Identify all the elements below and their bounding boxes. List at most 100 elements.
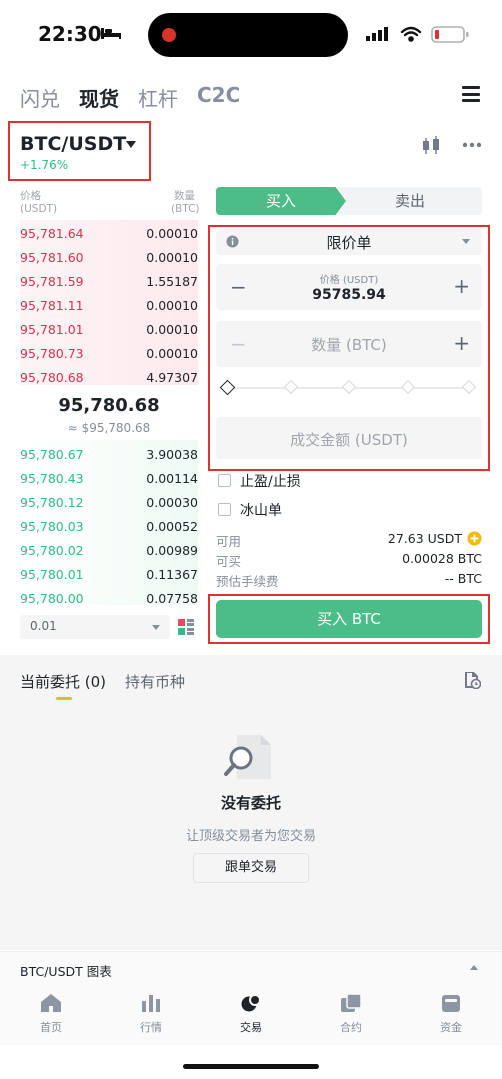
empty-orders-title: 没有委托: [220, 794, 281, 812]
ask-row[interactable]: 95,781.59 1.55187: [20, 270, 198, 294]
precision-select[interactable]: 0.01: [20, 615, 170, 639]
ask-qty: 0.00010: [146, 346, 198, 361]
bid-row[interactable]: 95,780.12 0.00030: [20, 491, 198, 515]
precision-value: 0.01: [30, 619, 57, 633]
nav-home[interactable]: 首页: [11, 993, 91, 1035]
chart-bar[interactable]: BTC/USDT 图表: [0, 951, 502, 985]
nav-market[interactable]: 行情: [111, 993, 191, 1035]
quantity-input[interactable]: − 数量 (BTC) +: [216, 321, 482, 367]
buy-tab[interactable]: 买入: [216, 187, 346, 215]
nav-futures[interactable]: 合约: [311, 993, 391, 1035]
ask-qty: 0.00010: [146, 250, 198, 265]
battery-icon: [431, 26, 469, 43]
nav-trade-label: 交易: [240, 1021, 262, 1034]
sell-tab[interactable]: 卖出: [338, 187, 482, 215]
tab-open-orders[interactable]: 当前委托 (0): [20, 671, 106, 692]
candlestick-icon[interactable]: [420, 136, 442, 156]
chart-bar-label: BTC/USDT 图表: [20, 964, 112, 979]
bid-row[interactable]: 95,780.02 0.00989: [20, 539, 198, 563]
qty-unit: (BTC): [171, 203, 200, 215]
iceberg-label[interactable]: 冰山单: [240, 500, 282, 520]
nav-market-label: 行情: [140, 1021, 162, 1034]
ask-qty: 0.00010: [146, 322, 198, 337]
last-price[interactable]: 95,780.68: [20, 395, 198, 416]
bid-price: 95,780.43: [20, 471, 84, 486]
can-buy-label: 可买: [216, 554, 242, 569]
bid-price: 95,780.00: [20, 591, 84, 606]
ask-row[interactable]: 95,781.11 0.00010: [20, 294, 198, 318]
ask-price: 95,780.73: [20, 346, 84, 361]
last-price-fiat: ≈ $95,780.68: [67, 421, 151, 435]
tab-margin[interactable]: 杠杆: [138, 83, 178, 112]
iceberg-checkbox[interactable]: [218, 503, 231, 516]
tab-flash-swap[interactable]: 闪兑: [20, 83, 60, 112]
plus-icon[interactable]: +: [453, 274, 470, 298]
bid-row[interactable]: 95,780.03 0.00052: [20, 515, 198, 539]
nav-home-label: 首页: [40, 1021, 62, 1034]
bid-qty: 0.00989: [146, 543, 198, 558]
nav-trade[interactable]: 交易: [211, 993, 291, 1035]
fee-value: -- BTC: [444, 571, 482, 586]
status-icons: [366, 26, 469, 43]
tp-sl-checkbox[interactable]: [218, 474, 231, 487]
empty-orders-subtitle: 让顶级交易者为您交易: [185, 829, 316, 844]
tp-sl-label[interactable]: 止盈/止损: [240, 471, 301, 491]
recording-indicator: [162, 28, 176, 42]
bid-row[interactable]: 95,780.67 3.90038: [20, 443, 198, 467]
total-input[interactable]: 成交金额 (USDT): [216, 417, 482, 459]
more-icon[interactable]: [462, 142, 482, 148]
order-type-select[interactable]: 限价单: [216, 229, 482, 255]
qty-header: 数量: [174, 190, 195, 202]
status-time: 22:30: [38, 22, 102, 46]
can-buy-value: 0.00028 BTC: [402, 551, 482, 566]
menu-icon[interactable]: [462, 86, 480, 102]
ask-price: 95,781.64: [20, 226, 84, 241]
ask-row[interactable]: 95,780.68 4.97307: [20, 366, 198, 390]
wallet-icon: [442, 995, 460, 1012]
ask-row[interactable]: 95,781.01 0.00010: [20, 318, 198, 342]
caret-down-icon: [152, 625, 160, 630]
copy-trading-button[interactable]: 跟单交易: [193, 853, 309, 883]
home-icon: [41, 994, 61, 1012]
empty-orders-icon: [224, 735, 271, 779]
signal-icon: [366, 27, 388, 41]
plus-icon[interactable]: +: [453, 331, 470, 355]
pair-change: +1.76%: [20, 158, 69, 172]
ask-row[interactable]: 95,780.73 0.00010: [20, 342, 198, 366]
ask-row[interactable]: 95,781.60 0.00010: [20, 246, 198, 270]
ask-qty: 4.97307: [146, 370, 198, 385]
bid-price: 95,780.67: [20, 447, 84, 462]
price-label: 价格 (USDT): [319, 275, 379, 286]
available-value: 27.63 USDT: [387, 531, 462, 546]
bid-row[interactable]: 95,780.43 0.00114: [20, 467, 198, 491]
futures-icon: [341, 993, 362, 1012]
tab-holdings[interactable]: 持有币种: [125, 671, 185, 692]
pair-selector[interactable]: BTC/USDT: [20, 133, 126, 155]
tab-c2c[interactable]: C2C: [197, 83, 240, 107]
bid-price: 95,780.02: [20, 543, 84, 558]
market-icon: [142, 995, 160, 1012]
order-type-label: 限价单: [326, 234, 372, 252]
tab-spot[interactable]: 现货: [79, 83, 119, 112]
ask-row[interactable]: 95,781.64 0.00010: [20, 222, 198, 246]
chevron-up-icon[interactable]: [470, 965, 478, 970]
ask-qty: 0.00010: [146, 298, 198, 313]
orderbook-layout-icon[interactable]: [178, 619, 194, 635]
price-input[interactable]: − 价格 (USDT) 95785.94 +: [216, 264, 482, 310]
ask-price: 95,781.11: [20, 298, 84, 313]
nav-assets[interactable]: 资金: [411, 993, 491, 1035]
buy-btc-button[interactable]: 买入 BTC: [216, 600, 482, 638]
bid-row[interactable]: 95,780.01 0.11367: [20, 563, 198, 587]
bid-row[interactable]: 95,780.00 0.07758: [20, 587, 198, 611]
bid-price: 95,780.12: [20, 495, 84, 510]
add-funds-icon[interactable]: [467, 531, 482, 546]
wifi-icon: [400, 26, 422, 42]
quantity-placeholder: 数量 (BTC): [311, 336, 387, 354]
bid-qty: 0.00030: [146, 495, 198, 510]
price-value[interactable]: 95785.94: [216, 287, 482, 303]
nav-assets-label: 资金: [440, 1021, 462, 1034]
order-history-icon[interactable]: [463, 671, 481, 689]
ask-price: 95,781.59: [20, 274, 84, 289]
chevron-down-icon[interactable]: [126, 141, 136, 148]
ask-price: 95,781.60: [20, 250, 84, 265]
